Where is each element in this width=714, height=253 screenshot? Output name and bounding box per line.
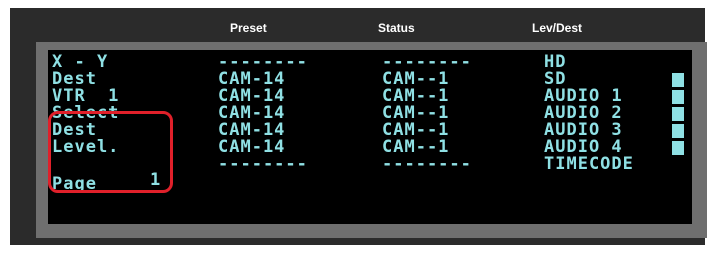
column-header-status: Status bbox=[378, 21, 415, 35]
router-control-panel: Preset Status Lev/Dest X - Y -------- --… bbox=[10, 8, 707, 245]
level-indicator-block bbox=[672, 90, 684, 104]
level-indicator-block bbox=[672, 141, 684, 155]
level-indicator-block bbox=[672, 124, 684, 138]
level-indicator-block bbox=[672, 107, 684, 121]
level-name[interactable]: TIMECODE bbox=[544, 156, 634, 173]
level-indicator-block bbox=[672, 73, 684, 87]
column-header-preset: Preset bbox=[230, 21, 267, 35]
column-header-lev-dest: Lev/Dest bbox=[532, 21, 583, 35]
status-value: -------- bbox=[382, 154, 472, 174]
preset-value: -------- bbox=[218, 154, 308, 174]
highlight-box bbox=[48, 111, 173, 193]
